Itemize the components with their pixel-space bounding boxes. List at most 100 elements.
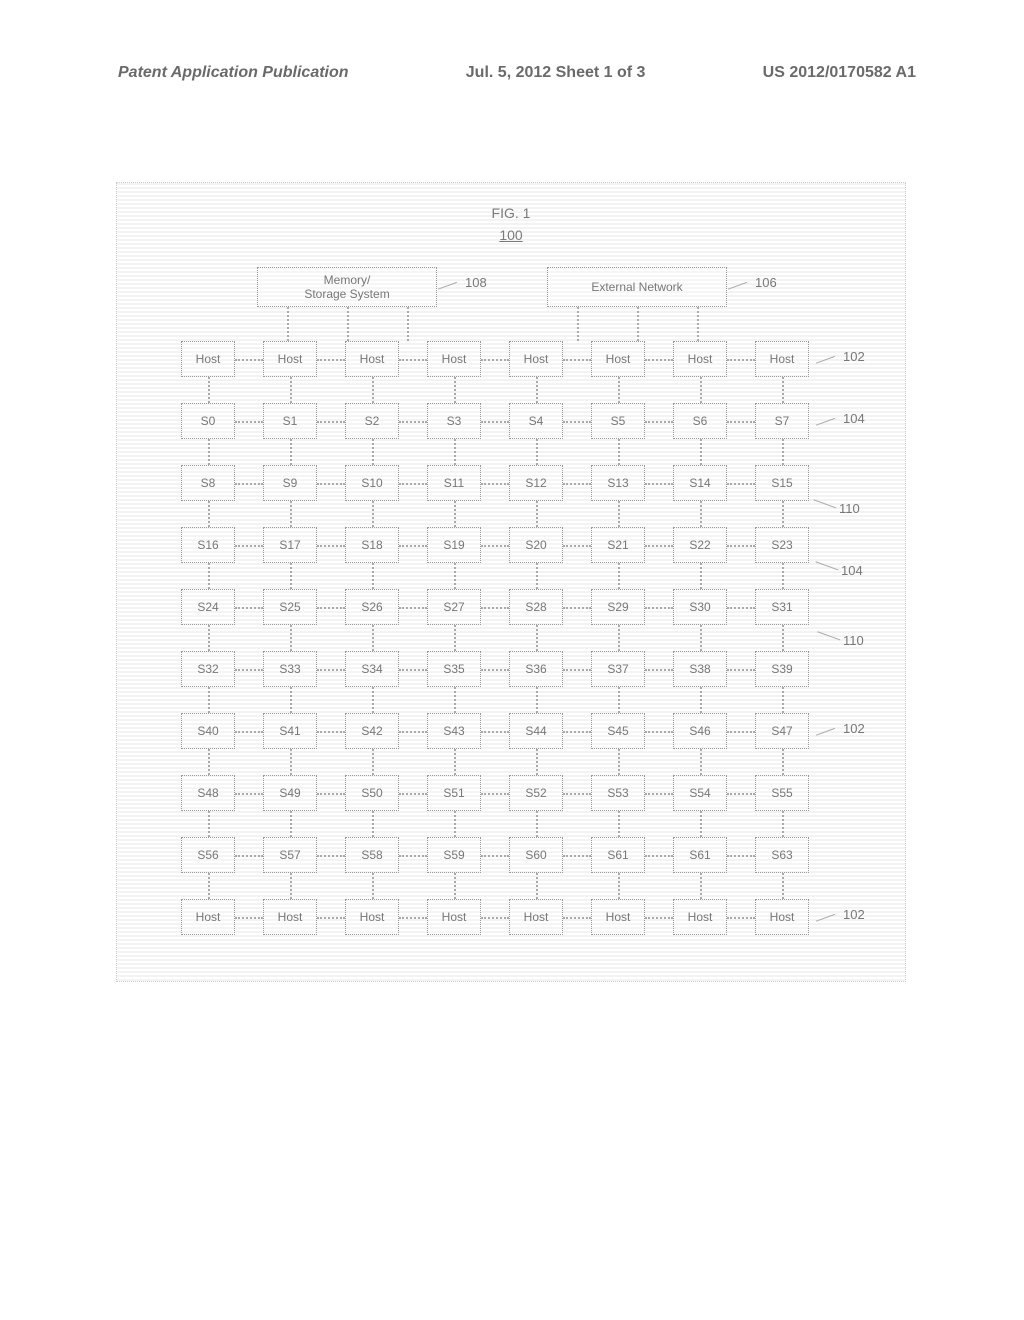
switch-label: S11 bbox=[444, 476, 464, 490]
switch-node: S12 bbox=[509, 465, 563, 501]
switch-label: S56 bbox=[197, 848, 218, 862]
connector-horizontal bbox=[399, 917, 427, 919]
connector-horizontal bbox=[399, 607, 427, 609]
connector-horizontal bbox=[563, 855, 591, 857]
switch-label: S0 bbox=[201, 414, 216, 428]
switch-label: S18 bbox=[361, 538, 382, 552]
host-node: Host bbox=[345, 899, 399, 935]
connector-horizontal bbox=[399, 421, 427, 423]
host-label: Host bbox=[442, 352, 467, 366]
switch-label: S24 bbox=[197, 600, 218, 614]
switch-node: S3 bbox=[427, 403, 481, 439]
switch-node: S28 bbox=[509, 589, 563, 625]
switch-label: S34 bbox=[361, 662, 382, 676]
connector-vertical bbox=[454, 439, 456, 465]
connector-horizontal bbox=[481, 483, 509, 485]
switch-label: S49 bbox=[279, 786, 300, 800]
connector-vertical bbox=[372, 811, 374, 837]
switch-node: S25 bbox=[263, 589, 317, 625]
connector-horizontal bbox=[481, 421, 509, 423]
host-label: Host bbox=[278, 352, 303, 366]
switch-label: S46 bbox=[689, 724, 710, 738]
switch-label: S14 bbox=[689, 476, 710, 490]
switch-node: S32 bbox=[181, 651, 235, 687]
connector-vertical bbox=[782, 625, 784, 651]
switch-node: S29 bbox=[591, 589, 645, 625]
ref-102c: 102 bbox=[843, 907, 865, 922]
external-network-block: External Network bbox=[547, 267, 727, 307]
connector-vertical bbox=[700, 811, 702, 837]
host-label: Host bbox=[196, 352, 221, 366]
switch-node: S49 bbox=[263, 775, 317, 811]
connector-horizontal bbox=[481, 731, 509, 733]
host-node: Host bbox=[263, 341, 317, 377]
connector-horizontal bbox=[727, 731, 755, 733]
connector-vertical bbox=[290, 811, 292, 837]
switch-label: S30 bbox=[689, 600, 710, 614]
connector-vertical bbox=[372, 439, 374, 465]
header-left: Patent Application Publication bbox=[118, 64, 349, 82]
switch-node: S51 bbox=[427, 775, 481, 811]
connector-vertical bbox=[618, 749, 620, 775]
connector-horizontal bbox=[727, 483, 755, 485]
switch-node: S13 bbox=[591, 465, 645, 501]
connector-horizontal bbox=[317, 855, 345, 857]
switch-label: S7 bbox=[775, 414, 790, 428]
switch-node: S9 bbox=[263, 465, 317, 501]
ref-tick-icon bbox=[728, 282, 750, 298]
connector-horizontal bbox=[645, 731, 673, 733]
connector-vertical bbox=[700, 687, 702, 713]
switch-node: S47 bbox=[755, 713, 809, 749]
connector-vertical bbox=[290, 687, 292, 713]
host-node: Host bbox=[263, 899, 317, 935]
switch-node: S52 bbox=[509, 775, 563, 811]
connector-vertical bbox=[208, 749, 210, 775]
connector-horizontal bbox=[563, 483, 591, 485]
switch-node: S56 bbox=[181, 837, 235, 873]
connector-horizontal bbox=[235, 731, 263, 733]
connector-vertical bbox=[454, 811, 456, 837]
switch-label: S43 bbox=[443, 724, 464, 738]
host-label: Host bbox=[360, 910, 385, 924]
switch-label: S38 bbox=[689, 662, 710, 676]
connector-horizontal bbox=[481, 855, 509, 857]
switch-node: S16 bbox=[181, 527, 235, 563]
connector-vertical bbox=[700, 749, 702, 775]
connector-horizontal bbox=[399, 731, 427, 733]
connector-vertical bbox=[208, 439, 210, 465]
host-node: Host bbox=[509, 899, 563, 935]
switch-label: S42 bbox=[361, 724, 382, 738]
connector-vertical bbox=[372, 687, 374, 713]
switch-node: S33 bbox=[263, 651, 317, 687]
switch-label: S25 bbox=[279, 600, 300, 614]
memory-storage-block: Memory/ Storage System bbox=[257, 267, 437, 307]
switch-node: S21 bbox=[591, 527, 645, 563]
connector-horizontal bbox=[317, 917, 345, 919]
ref-tick-icon bbox=[814, 631, 841, 650]
switch-node: S7 bbox=[755, 403, 809, 439]
connector-horizontal bbox=[645, 793, 673, 795]
connector-vertical bbox=[536, 625, 538, 651]
connector-vertical bbox=[290, 749, 292, 775]
connector-vertical bbox=[618, 873, 620, 899]
ref-108: 108 bbox=[465, 275, 487, 290]
connector-vertical bbox=[637, 307, 639, 341]
switch-node: S24 bbox=[181, 589, 235, 625]
connector-vertical bbox=[287, 307, 289, 341]
connector-vertical bbox=[782, 687, 784, 713]
switch-node: S53 bbox=[591, 775, 645, 811]
ref-102b: 102 bbox=[843, 721, 865, 736]
host-node: Host bbox=[427, 341, 481, 377]
connector-horizontal bbox=[563, 917, 591, 919]
connector-vertical bbox=[208, 873, 210, 899]
figure-area: FIG. 1 100 Memory/ Storage System Extern… bbox=[116, 182, 906, 982]
external-network-label: External Network bbox=[591, 280, 682, 294]
switch-label: S33 bbox=[279, 662, 300, 676]
switch-node: S10 bbox=[345, 465, 399, 501]
switch-node: S63 bbox=[755, 837, 809, 873]
ref-104b: 104 bbox=[841, 563, 863, 578]
host-label: Host bbox=[606, 352, 631, 366]
connector-vertical bbox=[372, 377, 374, 403]
switch-label: S36 bbox=[525, 662, 546, 676]
host-node: Host bbox=[673, 341, 727, 377]
